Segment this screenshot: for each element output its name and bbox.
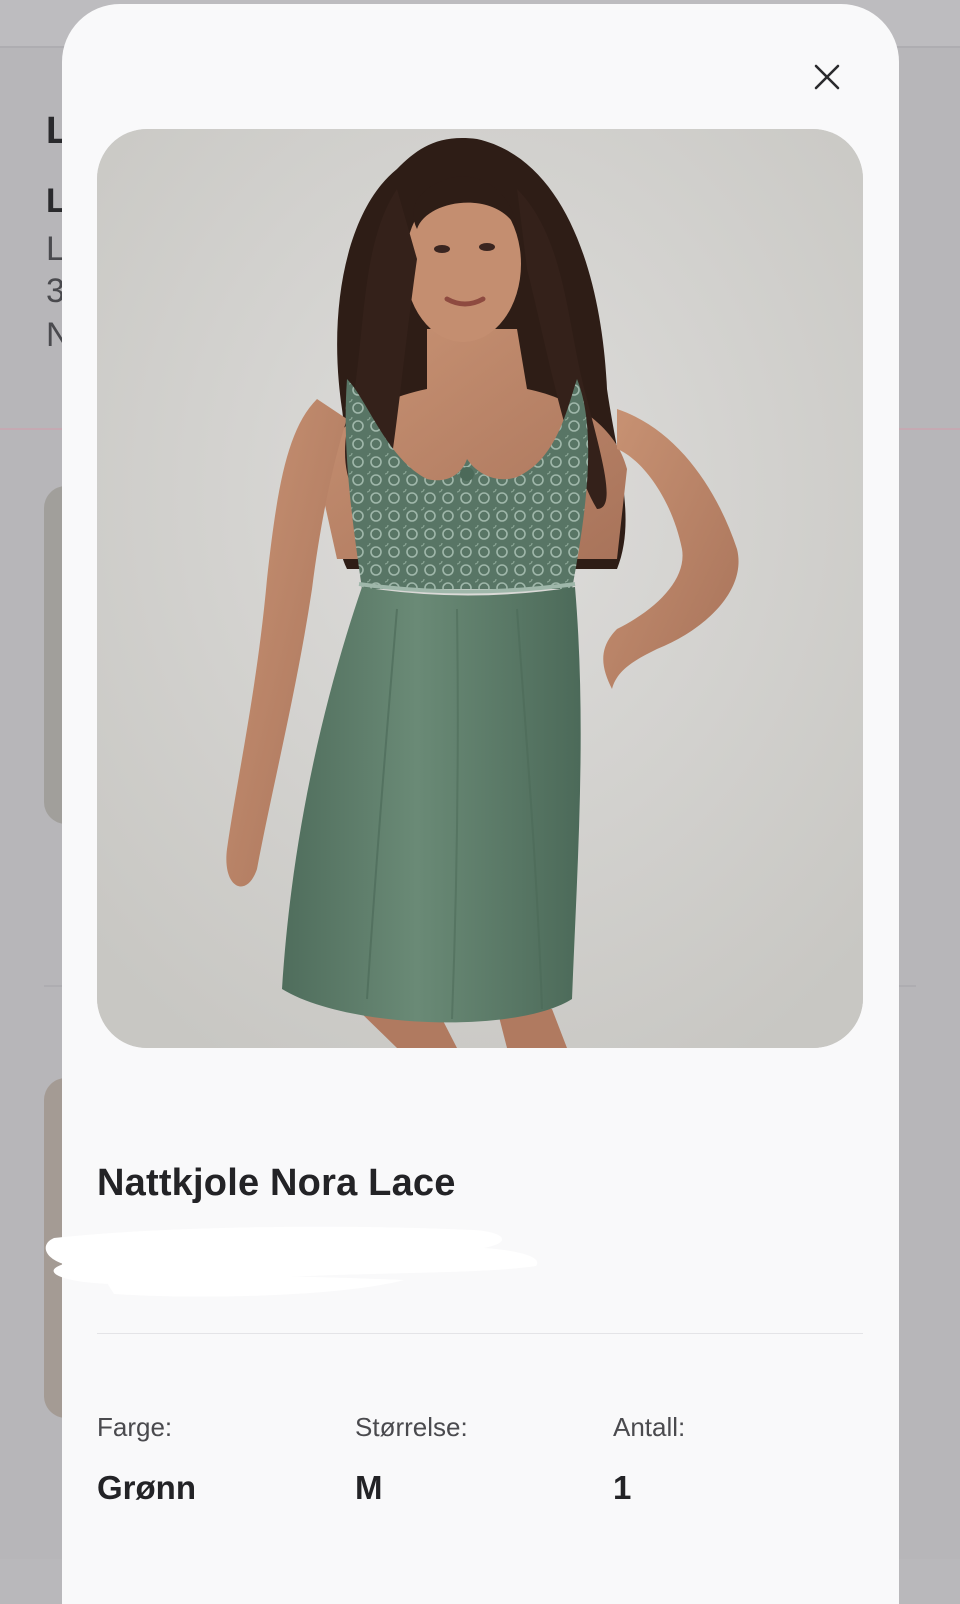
attribute-value: 1 [613, 1469, 632, 1506]
close-button[interactable] [806, 56, 848, 98]
product-image [97, 129, 863, 1048]
attribute-value: Grønn [97, 1469, 196, 1506]
redacted-price [45, 1226, 538, 1297]
attribute-size: Størrelse: M [355, 1412, 468, 1507]
product-title: Nattkjole Nora Lace [97, 1162, 456, 1204]
section-divider [97, 1333, 863, 1334]
attribute-value: M [355, 1469, 383, 1506]
attribute-color: Farge: Grønn [97, 1412, 196, 1507]
attribute-quantity: Antall: 1 [613, 1412, 685, 1507]
close-icon [814, 64, 840, 90]
attribute-label: Størrelse: [355, 1412, 468, 1442]
attribute-label: Antall: [613, 1412, 686, 1442]
product-detail-modal: Nattkjole Nora Lace Farge: Grønn Størrel… [45, 4, 899, 1604]
attribute-label: Farge: [97, 1412, 173, 1442]
